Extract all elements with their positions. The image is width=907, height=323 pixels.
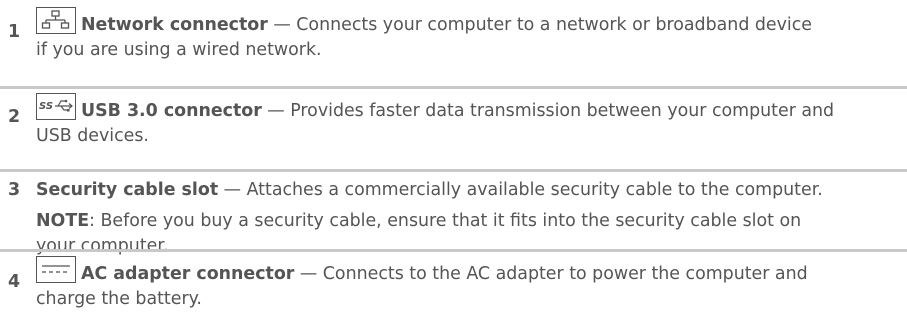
list-item: 3 Security cable slot — Attaches a comme… [0,172,907,256]
item-number: 4 [8,272,21,292]
item-description-continued: USB devices. [36,126,149,146]
item-term: Network connector [81,15,268,35]
network-icon [36,7,76,34]
item-term: Security cable slot [36,180,219,200]
usb-ss-icon: SS [36,93,76,120]
item-description: — Attaches a commercially available secu… [218,180,823,200]
note-text: : Before you buy a security cable, ensur… [89,211,802,231]
ac-adapter-icon [36,256,76,283]
list-item: 1 Network connector — Connects your comp… [0,0,907,89]
item-number: 1 [8,22,21,42]
item-term: AC adapter connector [81,264,295,284]
item-description-continued: charge the battery. [36,289,202,309]
item-description: — Connects to the AC adapter to power th… [294,264,808,284]
list-item: 2 SS USB 3.0 connector — Provides faster… [0,89,907,172]
note-label: NOTE [36,211,90,231]
svg-text:SS: SS [39,101,53,112]
list-item: 4 AC adapter connector — Connects to the… [0,252,907,323]
item-description: — Provides faster data transmission betw… [261,101,835,121]
item-number: 2 [8,107,21,127]
item-number: 3 [8,180,21,200]
document-page: { "items": [ { "number": "1", "icon": "n… [0,0,907,323]
item-description: — Connects your computer to a network or… [267,15,813,35]
item-term: USB 3.0 connector [81,101,262,121]
item-description-continued: if you are using a wired network. [36,40,322,60]
